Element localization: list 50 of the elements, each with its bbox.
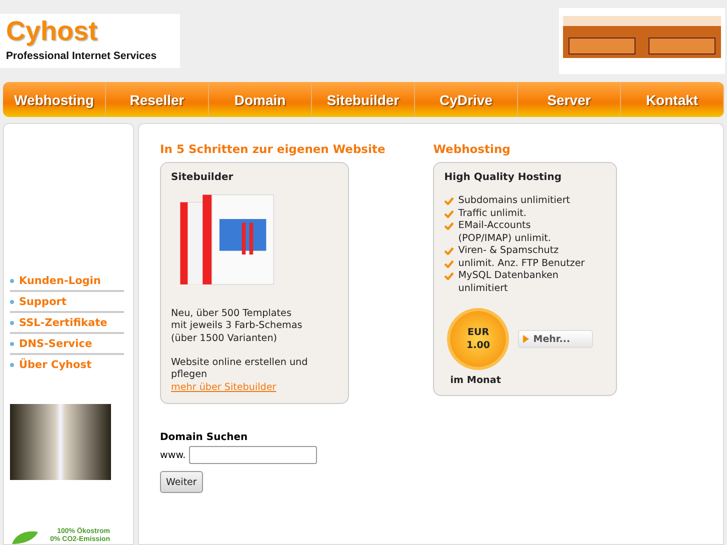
checkmark-icon [444, 260, 454, 268]
nav-tab[interactable]: Reseller [106, 82, 209, 117]
feature-text: EMail-Accounts (POP/IMAP) unlimit. [458, 220, 551, 245]
card-title: Sitebuilder [171, 172, 234, 183]
sidebar-link[interactable]: SSL-Zertifikate [10, 313, 124, 334]
sidebar-link[interactable]: DNS-Service [10, 334, 124, 355]
nav-tab[interactable]: Server [518, 82, 621, 117]
domain-prefix: www. [160, 450, 186, 460]
section-heading: In 5 Schritten zur eigenen Website [160, 142, 386, 156]
price-period: im Monat [449, 375, 502, 386]
nav-tab[interactable]: Sitebuilder [312, 82, 415, 117]
section-heading: Webhosting [433, 142, 512, 156]
card-text: Neu, über 500 Templates [171, 308, 292, 320]
feature-text: unlimit. Anz. FTP Benutzer [458, 258, 585, 270]
bullet-icon [10, 300, 14, 304]
sitebuilder-link[interactable]: mehr über Sitebuilder [171, 382, 338, 394]
nav-tab[interactable]: Webhosting [3, 82, 106, 117]
leaf-icon [10, 530, 40, 544]
bullet-icon [10, 342, 14, 346]
sidebar-link[interactable]: Kunden-Login [10, 271, 124, 292]
logo-tagline: Professional Internet Services [6, 50, 158, 62]
nav-tab[interactable]: Domain [209, 82, 312, 117]
more-button[interactable]: Mehr... [518, 330, 594, 348]
nav-tab[interactable]: Kontakt [621, 82, 724, 117]
bullet-icon [10, 362, 14, 366]
bullet-icon [10, 320, 14, 324]
sidebar-link[interactable]: Support [10, 292, 124, 313]
sidebar-link[interactable]: Über Cyhost [10, 355, 124, 374]
feature-text: Subdomains unlimitiert [458, 195, 570, 208]
feature-text: MySQL Datenbanken unlimitiert [458, 270, 560, 295]
checkmark-icon [444, 272, 454, 280]
card-text: mit jeweils 3 Farb-Schemas [171, 320, 304, 333]
logo-name: Cyhost [6, 16, 99, 46]
logo[interactable]: Cyhost Professional Internet Services [0, 14, 180, 68]
checkmark-icon [444, 210, 454, 218]
bullet-icon [10, 278, 14, 282]
nav-tab[interactable]: CyDrive [415, 82, 518, 117]
checkmark-icon [444, 222, 454, 230]
domain-input[interactable] [188, 446, 317, 464]
price-badge: EUR 1.00 [450, 311, 506, 367]
feature-text: Viren- & Spamschutz [458, 245, 559, 258]
play-icon [523, 335, 530, 343]
checkmark-icon [444, 247, 454, 255]
card-text: Website online erstellen und pflegen [171, 356, 309, 382]
card-text: (über 1500 Varianten) [171, 332, 278, 346]
checkmark-icon [444, 197, 454, 205]
continue-button[interactable]: Weiter [160, 471, 203, 493]
feature-text: Traffic unlimit. [458, 208, 526, 220]
search-title: Domain Suchen [160, 432, 248, 443]
card-title: High Quality Hosting [444, 172, 563, 183]
